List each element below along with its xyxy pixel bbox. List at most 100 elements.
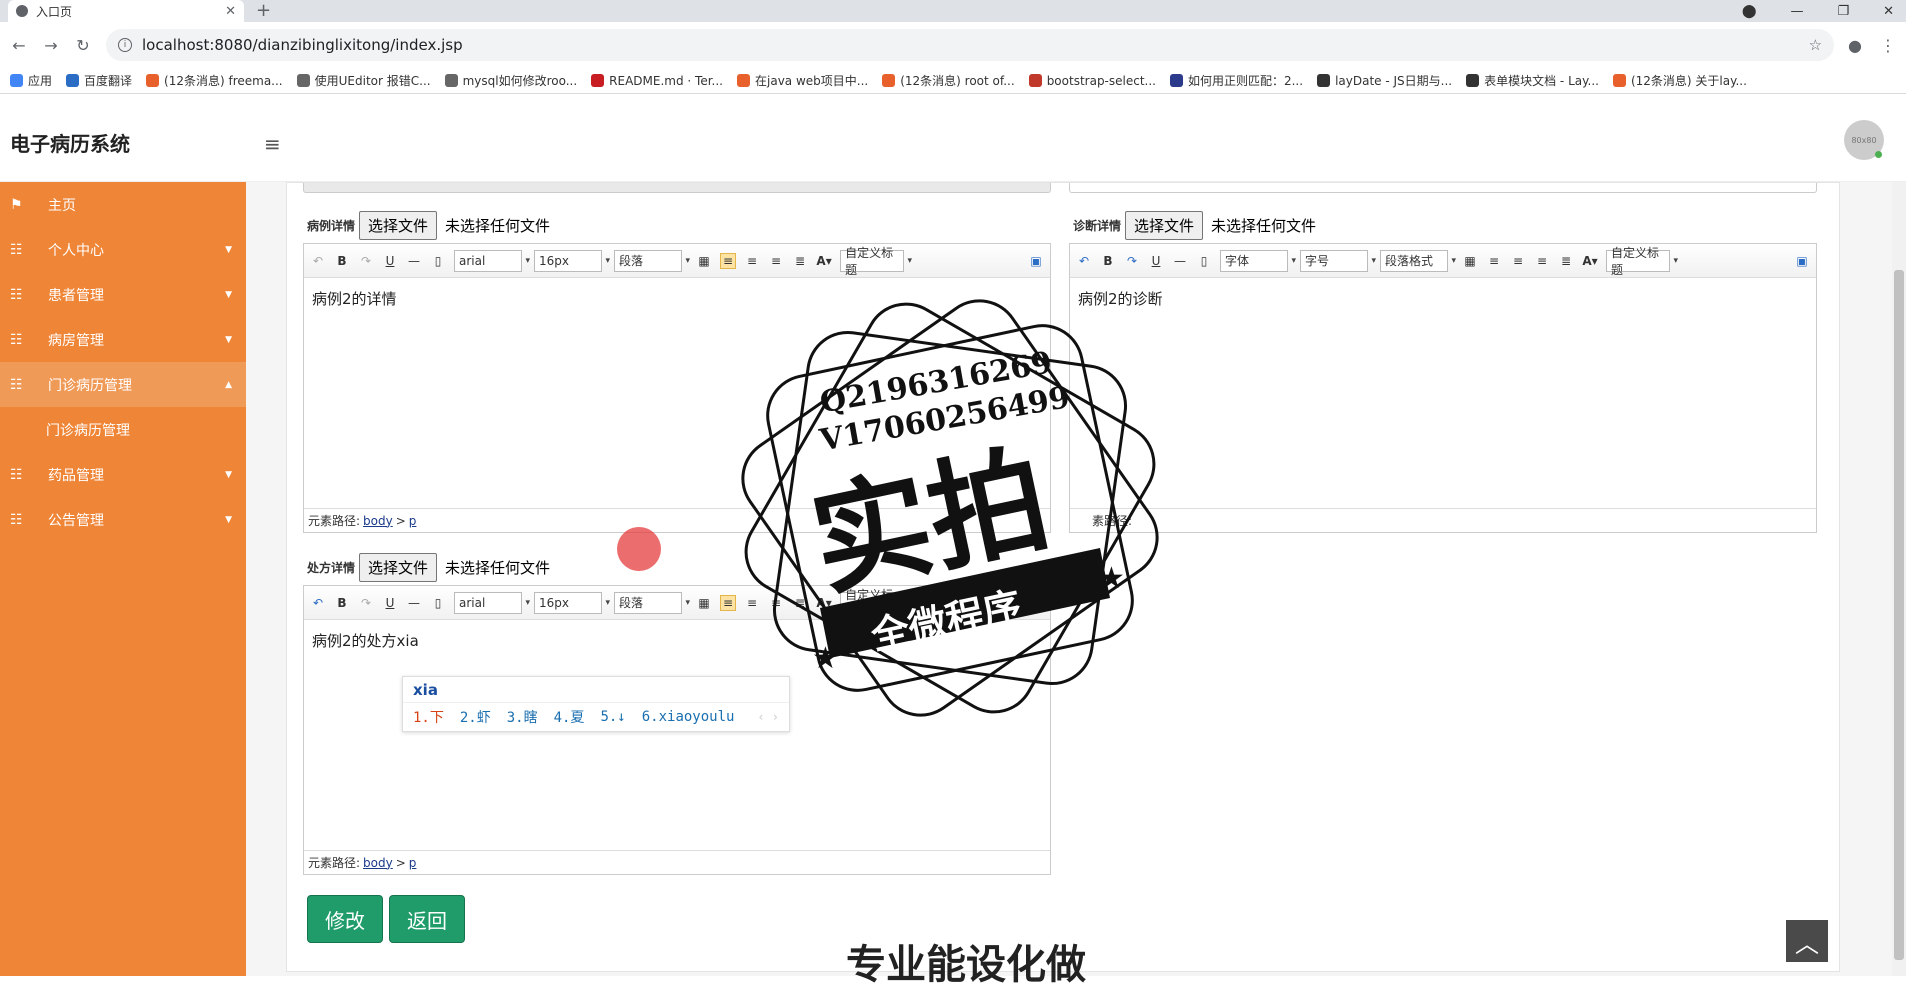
font-size-select[interactable]: 16px <box>534 591 610 614</box>
address-bar[interactable]: i localhost:8080/dianzibinglixitong/inde… <box>106 29 1835 61</box>
bookmark-item[interactable]: (12条消息) freema... <box>146 72 283 89</box>
ime-pager-icon[interactable]: ‹ › <box>757 710 779 724</box>
bold-icon[interactable]: B <box>334 254 350 268</box>
close-window-icon[interactable]: ✕ <box>1883 4 1894 19</box>
account-icon[interactable]: ● <box>1848 36 1862 55</box>
align-right-icon[interactable]: ≡ <box>768 254 784 268</box>
horizontal-rule-icon[interactable]: — <box>406 254 422 268</box>
sidebar-item-personal[interactable]: ☷ 个人中心 ▼ <box>0 227 246 272</box>
bookmark-item[interactable]: 百度翻译 <box>66 72 132 89</box>
back-button[interactable]: 返回 <box>389 895 465 943</box>
underline-icon[interactable]: U <box>1148 254 1164 268</box>
scrollbar-thumb[interactable] <box>1894 270 1904 960</box>
ime-candidate[interactable]: 5.↓ <box>600 709 625 725</box>
page-scrollbar[interactable] <box>1892 182 1906 976</box>
ime-candidate[interactable]: 4.夏 <box>554 707 585 727</box>
custom-heading-select[interactable]: 自定义标题 <box>1606 246 1678 277</box>
sidebar-subitem-outpatient-records[interactable]: 门诊病历管理 <box>0 407 246 452</box>
font-color-icon[interactable]: A▾ <box>816 596 832 610</box>
sidebar-item-notices[interactable]: ☷ 公告管理 ▼ <box>0 497 246 542</box>
bookmark-item[interactable]: (12条消息) 关于lay... <box>1612 72 1747 89</box>
redo-icon[interactable]: ↷ <box>1124 254 1140 268</box>
table-icon[interactable]: ▦ <box>1462 254 1478 268</box>
align-right-icon[interactable]: ≡ <box>1534 254 1550 268</box>
fullscreen-icon[interactable]: ▣ <box>1794 254 1810 268</box>
align-justify-icon[interactable]: ≣ <box>792 254 808 268</box>
forward-arrow-icon[interactable]: → <box>42 36 60 55</box>
bookmark-item[interactable]: 使用UEditor 报错C... <box>296 72 431 89</box>
prescription-file-button[interactable]: 选择文件 <box>359 553 438 582</box>
sidebar-item-wards[interactable]: ☷ 病房管理 ▼ <box>0 317 246 362</box>
path-p-link[interactable]: p <box>409 514 417 528</box>
font-family-select[interactable]: arial <box>454 591 530 614</box>
bookmark-item[interactable]: (12条消息) root of... <box>882 72 1015 89</box>
bold-icon[interactable]: B <box>1100 254 1116 268</box>
align-left-icon[interactable]: ≡ <box>720 252 737 269</box>
path-p-link[interactable]: p <box>409 856 417 870</box>
bookmark-item[interactable]: README.md · Ter... <box>591 74 723 88</box>
back-arrow-icon[interactable]: ← <box>10 36 28 55</box>
sidebar-item-patients[interactable]: ☷ 患者管理 ▼ <box>0 272 246 317</box>
font-family-select[interactable]: 字体 <box>1220 249 1296 272</box>
undo-icon[interactable]: ↶ <box>310 254 326 268</box>
table-icon[interactable]: ▦ <box>696 596 712 610</box>
redo-icon[interactable]: ↷ <box>358 596 374 610</box>
fullscreen-icon[interactable]: ▣ <box>1028 254 1044 268</box>
menu-dots-icon[interactable]: ⋮ <box>1880 36 1896 55</box>
minimize-icon[interactable]: — <box>1790 4 1803 19</box>
diagnosis-details-content[interactable]: 病例2的诊断 <box>1070 278 1816 508</box>
profile-menu-icon[interactable]: ⬤ <box>1742 4 1757 19</box>
bold-icon[interactable]: B <box>334 596 350 610</box>
align-left-icon[interactable]: ≡ <box>1486 254 1502 268</box>
bookmark-item[interactable]: layDate - JS日期与... <box>1317 72 1452 89</box>
redo-icon[interactable]: ↷ <box>358 254 374 268</box>
ime-candidate[interactable]: 3.瞎 <box>507 707 538 727</box>
bookmark-item[interactable]: 应用 <box>10 72 52 89</box>
paragraph-select[interactable]: 段落 <box>614 591 690 614</box>
bookmark-item[interactable]: 表单模块文档 - Lay... <box>1466 72 1599 89</box>
align-right-icon[interactable]: ≡ <box>768 596 784 610</box>
align-center-icon[interactable]: ≡ <box>744 596 760 610</box>
page-icon[interactable]: ▯ <box>430 254 446 268</box>
diagnosis-file-button[interactable]: 选择文件 <box>1125 211 1204 240</box>
ime-candidate[interactable]: 6.xiaoyoulu <box>642 709 735 725</box>
bookmark-star-icon[interactable]: ☆ <box>1809 36 1822 54</box>
table-icon[interactable]: ▦ <box>696 254 712 268</box>
bookmark-item[interactable]: 如何用正则匹配：2... <box>1169 72 1303 89</box>
undo-icon[interactable]: ↶ <box>310 596 326 610</box>
font-size-select[interactable]: 字号 <box>1300 249 1376 272</box>
horizontal-rule-icon[interactable]: — <box>1172 254 1188 268</box>
prescription-details-content[interactable]: 病例2的处方xia xia 1.下 2.虾 3.瞎 4.夏 5.↓ 6.xiao… <box>304 620 1050 850</box>
ime-candidate[interactable]: 2.虾 <box>460 707 491 727</box>
new-tab-button[interactable]: + <box>256 0 271 22</box>
edit-button[interactable]: 修改 <box>307 895 383 943</box>
underline-icon[interactable]: U <box>382 596 398 610</box>
align-center-icon[interactable]: ≡ <box>744 254 760 268</box>
font-size-select[interactable]: 16px <box>534 249 610 272</box>
page-icon[interactable]: ▯ <box>1196 254 1212 268</box>
sidebar-item-medicine[interactable]: ☷ 药品管理 ▼ <box>0 452 246 497</box>
font-color-icon[interactable]: A▾ <box>1582 254 1598 268</box>
path-body-link[interactable]: body <box>363 514 393 528</box>
align-left-icon[interactable]: ≡ <box>720 594 737 611</box>
avatar[interactable]: 80x80 <box>1844 120 1884 160</box>
font-family-select[interactable]: arial <box>454 249 530 272</box>
path-body-link[interactable]: body <box>363 856 393 870</box>
align-justify-icon[interactable]: ≣ <box>1558 254 1574 268</box>
case-details-content[interactable]: 病例2的详情 <box>304 278 1050 508</box>
bookmark-item[interactable]: 在java web项目中... <box>737 72 868 89</box>
close-tab-icon[interactable]: ✕ <box>225 4 236 19</box>
custom-heading-select[interactable]: 自定义标题 <box>840 246 912 277</box>
page-icon[interactable]: ▯ <box>430 596 446 610</box>
horizontal-rule-icon[interactable]: — <box>406 596 422 610</box>
paragraph-select[interactable]: 段落 <box>614 249 690 272</box>
hamburger-menu-icon[interactable]: ≡ <box>264 132 281 156</box>
info-icon[interactable]: i <box>118 38 132 52</box>
paragraph-select[interactable]: 段落格式 <box>1380 249 1456 272</box>
bookmark-item[interactable]: bootstrap-select... <box>1028 74 1156 88</box>
browser-tab[interactable]: 入口页 ✕ <box>8 0 244 22</box>
bookmark-item[interactable]: mysql如何修改roo... <box>444 72 577 89</box>
scroll-to-top-button[interactable]: ︿ <box>1786 920 1828 962</box>
custom-heading-select[interactable]: 自定义标题 <box>840 588 912 619</box>
align-center-icon[interactable]: ≡ <box>1510 254 1526 268</box>
